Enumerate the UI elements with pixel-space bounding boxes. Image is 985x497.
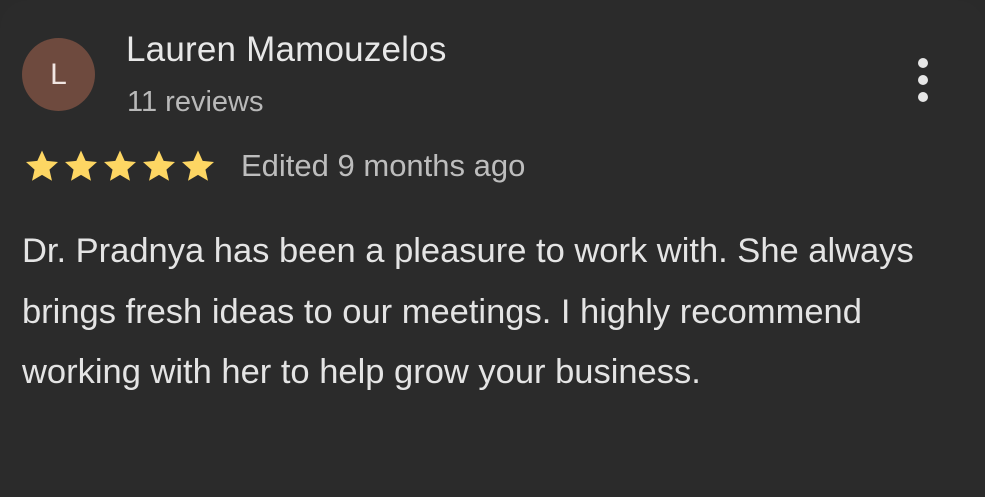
more-options-button[interactable] bbox=[904, 52, 942, 108]
star-icon bbox=[65, 150, 97, 181]
more-vert-icon bbox=[918, 58, 928, 102]
avatar[interactable]: L bbox=[22, 38, 95, 111]
star-icon bbox=[26, 150, 58, 181]
rating-row: Edited 9 months ago bbox=[22, 143, 525, 189]
star-icon bbox=[104, 150, 136, 181]
edited-timestamp: Edited 9 months ago bbox=[241, 148, 526, 183]
review-body: Dr. Pradnya has been a pleasure to work … bbox=[22, 232, 914, 391]
author-name[interactable]: Lauren Mamouzelos bbox=[126, 30, 447, 70]
star-icon bbox=[143, 150, 175, 181]
review-card: L Lauren Mamouzelos 11 reviews Edited 9 … bbox=[0, 0, 985, 497]
avatar-initial: L bbox=[50, 57, 67, 91]
review-count[interactable]: 11 reviews bbox=[127, 86, 263, 119]
star-icon bbox=[182, 150, 214, 181]
star-rating bbox=[22, 147, 217, 185]
